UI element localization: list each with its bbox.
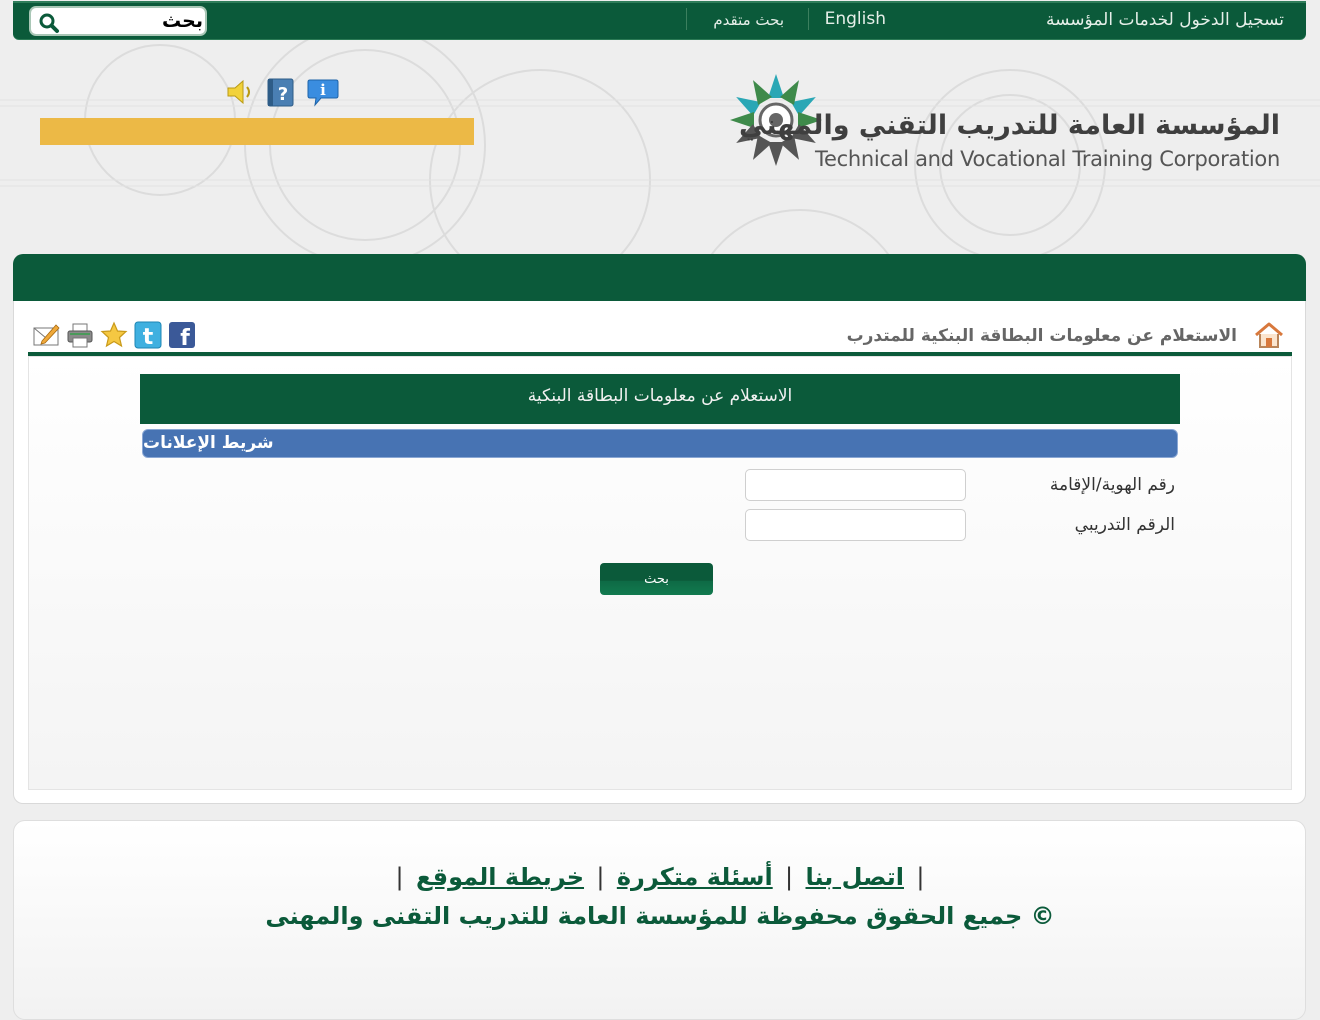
institution-login-link[interactable]: تسجيل الدخول لخدمات المؤسسة (1046, 10, 1284, 30)
topbar-separator (686, 8, 687, 30)
institution-name-english: Technical and Vocational Training Corpor… (815, 147, 1280, 171)
help-icon[interactable]: ? (264, 76, 296, 108)
site-search-input[interactable] (73, 10, 203, 32)
form-title: الاستعلام عن معلومات البطاقة البنكية (140, 374, 1180, 424)
site-search-box (29, 6, 207, 36)
footer-separator: | (916, 863, 925, 891)
facebook-icon[interactable]: f (168, 321, 196, 349)
search-icon[interactable] (38, 12, 60, 34)
email-icon[interactable] (32, 321, 60, 349)
advanced-search-link[interactable]: بحث متقدم (713, 11, 784, 29)
topbar-separator (808, 8, 809, 30)
contact-us-link[interactable]: اتصل بنا (806, 863, 904, 891)
speaker-icon[interactable] (224, 76, 256, 108)
faq-link[interactable]: أسئلة متكررة (617, 863, 773, 891)
svg-text:i: i (320, 81, 326, 99)
main-menu-band (13, 254, 1306, 302)
page-breadcrumb-title: الاستعلام عن معلومات البطاقة البنكية للم… (846, 326, 1237, 346)
footer-separator: | (785, 863, 794, 891)
submit-search-button[interactable]: بحث (600, 563, 713, 595)
twitter-icon[interactable]: t (134, 321, 162, 349)
national-id-input[interactable] (745, 469, 966, 501)
footer-separator: | (395, 863, 404, 891)
institution-name-arabic: المؤسسة العامة للتدريب التقني والمهني (739, 110, 1280, 141)
favorite-star-icon[interactable] (100, 321, 128, 349)
sitemap-link[interactable]: خريطة الموقع (416, 863, 584, 891)
footer-links: | اتصل بنا | أسئلة متكررة | خريطة الموقع… (0, 863, 1320, 891)
training-number-label: الرقم التدريبي (1074, 515, 1175, 535)
home-icon[interactable] (1253, 320, 1285, 350)
svg-text:?: ? (278, 84, 288, 105)
announcements-ticker: شريط الإعلانات (142, 429, 1178, 458)
footer-separator: | (596, 863, 605, 891)
training-number-input[interactable] (745, 509, 966, 541)
top-navigation-bar: تسجيل الدخول لخدمات المؤسسة English بحث … (13, 1, 1306, 39)
copyright-notice: © جميع الحقوق محفوظة للمؤسسة العامة للتد… (265, 902, 1055, 930)
info-icon[interactable]: i (307, 76, 339, 108)
svg-text:f: f (180, 326, 190, 349)
english-language-link[interactable]: English (825, 9, 886, 29)
national-id-label: رقم الهوية/الإقامة (1049, 475, 1175, 495)
svg-text:t: t (143, 325, 154, 349)
accent-banner (40, 118, 474, 145)
print-icon[interactable] (66, 321, 94, 349)
